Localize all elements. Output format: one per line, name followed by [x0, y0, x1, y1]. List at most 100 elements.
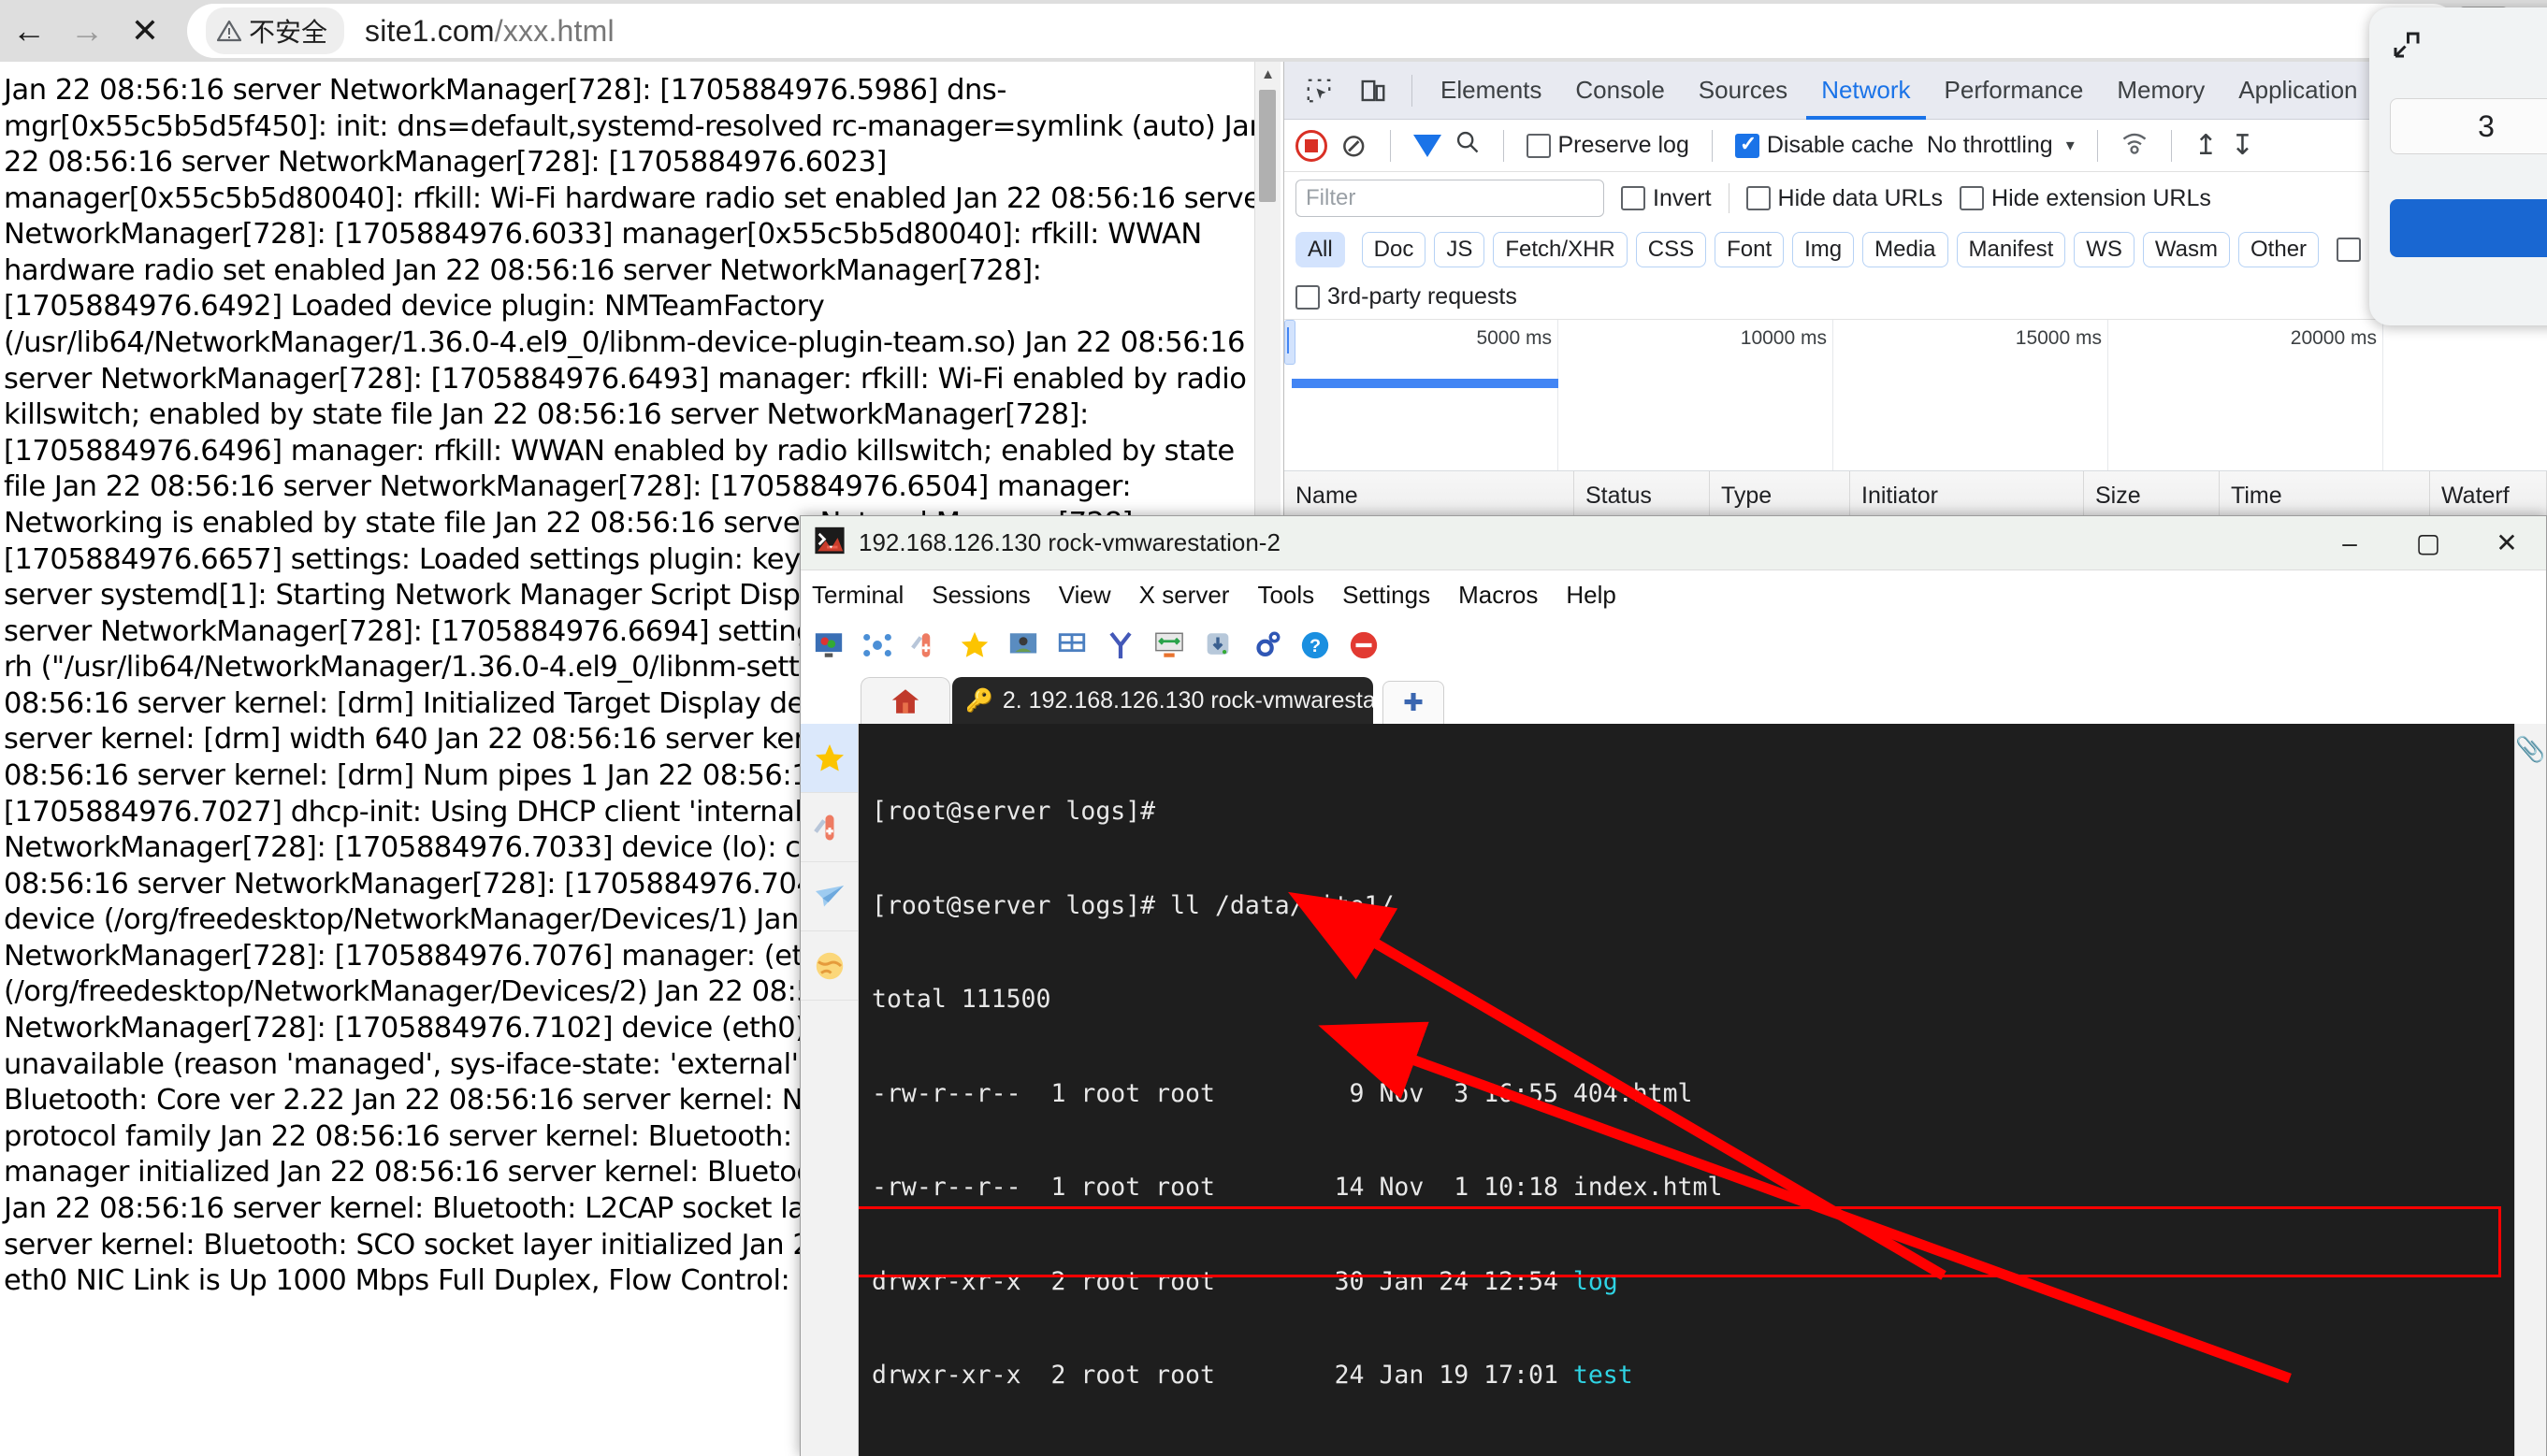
- tab-network[interactable]: Network: [1806, 62, 1925, 120]
- tab-session-2[interactable]: 🔑 2. 192.168.126.130 rock-vmwaresta ✕: [952, 677, 1373, 724]
- favorites-star-icon[interactable]: [801, 724, 858, 793]
- column-type[interactable]: Type: [1710, 471, 1850, 521]
- filter-funnel-icon[interactable]: [1413, 135, 1441, 157]
- tab-application[interactable]: Application: [2223, 62, 2372, 120]
- type-filter-js[interactable]: JS: [1434, 232, 1484, 267]
- checkbox-box: [2337, 238, 2361, 262]
- search-icon[interactable]: [1454, 129, 1481, 162]
- clear-icon[interactable]: ⊘: [1340, 130, 1368, 162]
- checkbox-box: [1621, 186, 1645, 210]
- record-button[interactable]: [1295, 130, 1327, 162]
- hide-extension-urls-checkbox[interactable]: Hide extension URLs: [1960, 185, 2211, 212]
- stop-button[interactable]: ✕: [116, 2, 174, 60]
- type-filter-wasm[interactable]: Wasm: [2143, 232, 2230, 267]
- close-button[interactable]: ✕: [2467, 516, 2546, 570]
- send-plane-icon[interactable]: [801, 862, 858, 931]
- third-party-bar: 3rd-party requests: [1284, 275, 2547, 320]
- device-toolbar-icon[interactable]: [1348, 65, 1398, 116]
- terminal-output[interactable]: [root@server logs]# [root@server logs]# …: [859, 724, 2514, 1456]
- menu-sessions[interactable]: Sessions: [932, 581, 1031, 610]
- games-star-icon[interactable]: [956, 627, 993, 664]
- tab-sources[interactable]: Sources: [1684, 62, 1802, 120]
- minimize-button[interactable]: –: [2310, 516, 2389, 570]
- type-filter-ws[interactable]: WS: [2074, 232, 2135, 267]
- globe-icon[interactable]: [801, 931, 858, 1001]
- window-titlebar[interactable]: 192.168.126.130 rock-vmwarestation-2 – ▢…: [801, 516, 2546, 570]
- tools-knife-icon[interactable]: [907, 627, 945, 664]
- sessions-user-icon[interactable]: [1005, 627, 1042, 664]
- terminal-line: drwxr-xr-x 2 root root 30 Jan 24 12:54 l…: [872, 1266, 2514, 1298]
- column-time[interactable]: Time: [2220, 471, 2430, 521]
- view-grid-icon[interactable]: [1053, 627, 1091, 664]
- menu-settings[interactable]: Settings: [1342, 581, 1430, 610]
- translate-popup[interactable]: 3: [2369, 7, 2547, 325]
- menu-tools[interactable]: Tools: [1257, 581, 1314, 610]
- menu-macros[interactable]: Macros: [1458, 581, 1538, 610]
- tab-performance[interactable]: Performance: [1930, 62, 2099, 120]
- column-initiator[interactable]: Initiator: [1850, 471, 2084, 521]
- maximize-button[interactable]: ▢: [2389, 516, 2467, 570]
- import-har-icon[interactable]: ↥: [2194, 129, 2218, 162]
- tools-knife-icon[interactable]: [801, 793, 858, 862]
- menu-view[interactable]: View: [1059, 581, 1111, 610]
- menu-xserver[interactable]: X server: [1139, 581, 1230, 610]
- forward-button[interactable]: →: [58, 2, 116, 60]
- hide-data-urls-checkbox[interactable]: Hide data URLs: [1746, 185, 1943, 212]
- url-display[interactable]: site1.com/xxx.html: [365, 14, 615, 49]
- type-filter-doc[interactable]: Doc: [1362, 232, 1426, 267]
- tab-memory[interactable]: Memory: [2102, 62, 2220, 120]
- tab-elements[interactable]: Elements: [1425, 62, 1556, 120]
- type-filter-img[interactable]: Img: [1792, 232, 1854, 267]
- filter-input[interactable]: [1295, 180, 1604, 217]
- disable-cache-checkbox[interactable]: Disable cache: [1735, 132, 1914, 159]
- security-chip[interactable]: 不安全: [206, 7, 344, 54]
- type-filter-manifest[interactable]: Manifest: [1957, 232, 2066, 267]
- type-filter-media[interactable]: Media: [1862, 232, 1947, 267]
- column-status[interactable]: Status: [1574, 471, 1710, 521]
- tab-home[interactable]: [861, 677, 950, 724]
- menu-terminal[interactable]: Terminal: [812, 581, 904, 610]
- screen: ← → ✕ 不安全 site1.com/xxx.html 译 ⌄ Jan 22 …: [0, 0, 2547, 1456]
- scrollbar-thumb[interactable]: [1259, 90, 1276, 202]
- type-filter-other[interactable]: Other: [2238, 232, 2319, 267]
- preserve-log-checkbox[interactable]: Preserve log: [1527, 132, 1689, 159]
- address-bar[interactable]: 不安全 site1.com/xxx.html: [187, 4, 2459, 58]
- tab-console[interactable]: Console: [1560, 62, 1679, 120]
- new-tab-button[interactable]: ✚: [1382, 681, 1444, 724]
- network-conditions-icon[interactable]: [2120, 130, 2149, 161]
- servers-icon[interactable]: [859, 627, 896, 664]
- export-har-icon[interactable]: ↧: [2231, 129, 2254, 162]
- multiexec-icon[interactable]: [1150, 627, 1188, 664]
- translate-language-field[interactable]: 3: [2390, 98, 2547, 154]
- inspect-element-icon[interactable]: [1294, 65, 1344, 116]
- type-filter-css[interactable]: CSS: [1636, 232, 1706, 267]
- chevron-down-icon[interactable]: ▾: [2066, 136, 2075, 155]
- timeline-selection-handle[interactable]: [1284, 320, 1295, 365]
- timeline-tick-2: 15000 ms: [2016, 327, 2107, 350]
- third-party-checkbox[interactable]: 3rd-party requests: [1295, 283, 1517, 310]
- throttling-select[interactable]: No throttling: [1927, 132, 2053, 159]
- checkbox-box: [1295, 285, 1320, 310]
- column-name[interactable]: Name: [1284, 471, 1574, 521]
- back-button[interactable]: ←: [0, 2, 58, 60]
- paperclip-icon[interactable]: 📎: [2515, 735, 2545, 764]
- settings-gear-icon[interactable]: [1248, 627, 1285, 664]
- invert-checkbox[interactable]: Invert: [1621, 185, 1712, 212]
- security-label: 不安全: [249, 12, 327, 50]
- column-size[interactable]: Size: [2084, 471, 2220, 521]
- restore-icon[interactable]: [2390, 28, 2547, 70]
- type-filter-all[interactable]: All: [1295, 232, 1345, 267]
- menu-help[interactable]: Help: [1566, 581, 1615, 610]
- svg-text:?: ?: [1310, 636, 1321, 656]
- scroll-up-icon[interactable]: ▲: [1255, 62, 1281, 86]
- type-filter-fetch-xhr[interactable]: Fetch/XHR: [1493, 232, 1627, 267]
- network-timeline[interactable]: 5000 ms 10000 ms 15000 ms 20000 ms: [1284, 320, 2547, 471]
- column-waterfall[interactable]: Waterf: [2430, 471, 2547, 521]
- type-filter-font[interactable]: Font: [1715, 232, 1784, 267]
- translate-confirm-button[interactable]: [2390, 199, 2547, 257]
- exit-icon[interactable]: [1345, 627, 1382, 664]
- help-icon[interactable]: ?: [1296, 627, 1334, 664]
- tunneling-icon[interactable]: [1199, 627, 1237, 664]
- split-icon[interactable]: [1102, 627, 1139, 664]
- session-icon[interactable]: [810, 627, 847, 664]
